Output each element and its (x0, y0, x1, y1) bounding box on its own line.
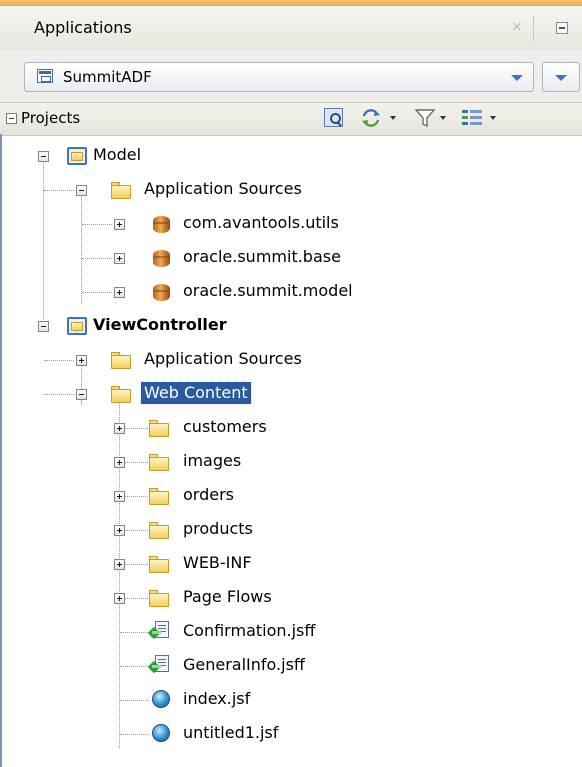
web-page-file-icon (150, 689, 172, 709)
tree-node-label: com.avantools.utils (183, 213, 339, 232)
panel-title: Applications (34, 18, 132, 37)
collapse-projects-icon[interactable] (6, 113, 17, 124)
application-menu-button[interactable] (542, 62, 580, 92)
sync-button[interactable] (360, 107, 400, 129)
folder-icon (110, 384, 132, 404)
package-icon (150, 248, 172, 268)
folder-icon (110, 180, 132, 200)
task-flow-file-icon (147, 655, 170, 675)
find-button[interactable] (322, 107, 346, 129)
tree-node-label: oracle.summit.model (183, 281, 353, 300)
application-bar: SummitADF (0, 50, 582, 102)
tree-node-label: ViewController (93, 315, 227, 334)
tree-node-label: Application Sources (144, 349, 302, 368)
tree-node-label: products (183, 519, 253, 538)
tree-node-label: untitled1.jsf (183, 723, 279, 742)
tree-node-label: Model (93, 145, 142, 164)
application-icon (37, 69, 53, 83)
tree-connector (43, 156, 44, 326)
tree-node-label: GeneralInfo.jsff (183, 655, 305, 674)
expand-icon[interactable] (114, 491, 125, 502)
chevron-down-icon (555, 75, 567, 81)
projects-label: Projects (21, 109, 81, 127)
tree-node-label: Application Sources (144, 179, 302, 198)
filter-button[interactable] (414, 107, 450, 129)
task-flow-file-icon (147, 621, 170, 641)
chevron-down-icon (440, 116, 446, 120)
collapse-icon[interactable] (38, 151, 49, 162)
chevron-down-icon (490, 116, 496, 120)
tree-node-label: Page Flows (183, 587, 272, 606)
filter-icon (414, 109, 436, 128)
folder-icon (110, 350, 132, 370)
header-divider (533, 16, 534, 42)
tree-node-label: Confirmation.jsff (183, 621, 316, 640)
expand-icon[interactable] (114, 559, 125, 570)
expand-icon[interactable] (114, 423, 125, 434)
tree-connector (119, 394, 120, 748)
package-icon (150, 282, 172, 302)
folder-icon (148, 520, 170, 540)
folder-icon (148, 554, 170, 574)
collapse-icon[interactable] (38, 321, 49, 332)
tree-connector (81, 190, 82, 304)
projects-toolbar: Projects (0, 102, 582, 136)
application-name: SummitADF (63, 68, 152, 86)
panel-header: Applications × (0, 6, 582, 51)
layout-options-icon (462, 110, 482, 125)
tree-node-label: index.jsf (183, 689, 251, 708)
find-icon (324, 108, 343, 127)
folder-icon (148, 418, 170, 438)
tree-node-label: images (183, 451, 242, 470)
folder-icon (148, 486, 170, 506)
tree-node-label: customers (183, 417, 267, 436)
tree-node-label: oracle.summit.base (183, 247, 341, 266)
tree-node-label: orders (183, 485, 234, 504)
chevron-down-icon (511, 75, 523, 81)
web-page-file-icon (150, 723, 172, 743)
expand-icon[interactable] (114, 457, 125, 468)
package-icon (150, 214, 172, 234)
application-selector[interactable]: SummitADF (24, 62, 534, 92)
folder-icon (148, 452, 170, 472)
collapse-icon[interactable] (76, 389, 87, 400)
close-icon[interactable]: × (511, 19, 523, 35)
expand-icon[interactable] (114, 593, 125, 604)
folder-icon (148, 588, 170, 608)
project-tree: Model Application Sources com.avantools.… (0, 134, 582, 767)
chevron-down-icon (390, 116, 396, 120)
minimize-icon[interactable] (556, 22, 568, 34)
tree-node-label: WEB-INF (183, 553, 252, 572)
project-icon (66, 146, 88, 166)
expand-icon[interactable] (114, 253, 125, 264)
expand-icon[interactable] (76, 355, 87, 366)
layout-options-button[interactable] (460, 107, 502, 129)
tree-node-label: Web Content (140, 381, 252, 405)
expand-icon[interactable] (114, 219, 125, 230)
project-icon (66, 316, 88, 336)
sync-icon (362, 109, 380, 127)
expand-icon[interactable] (114, 525, 125, 536)
expand-icon[interactable] (114, 287, 125, 298)
collapse-icon[interactable] (76, 185, 87, 196)
